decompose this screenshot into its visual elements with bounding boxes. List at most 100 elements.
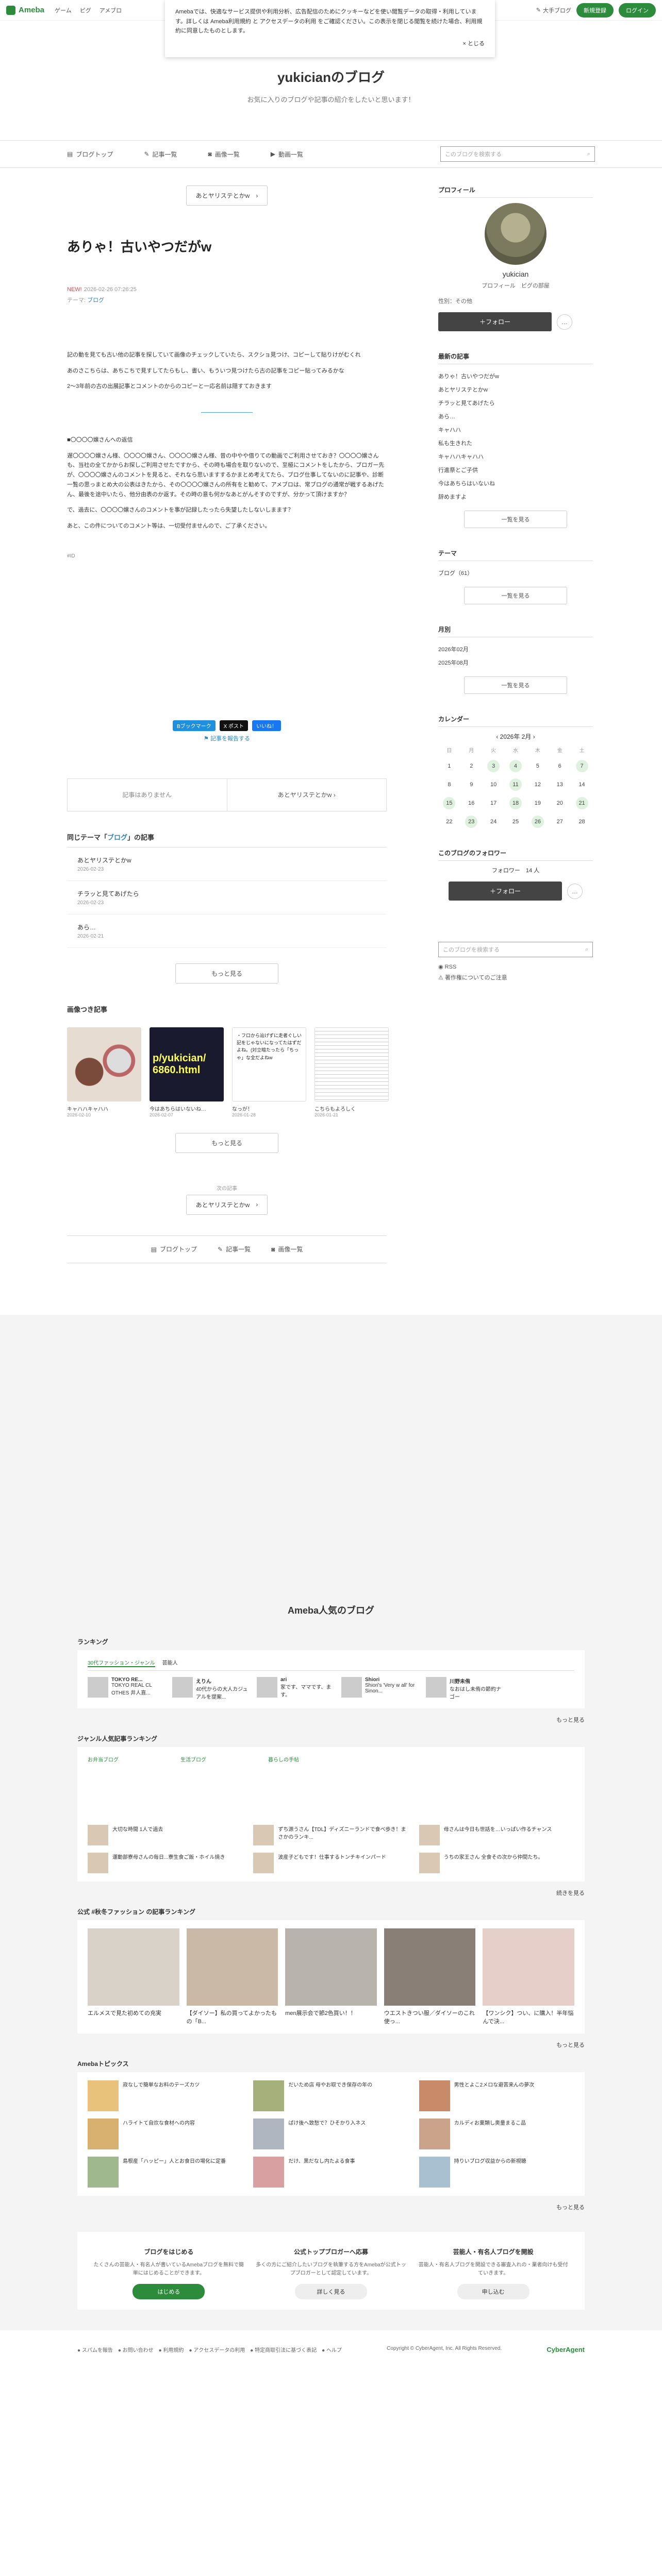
copyright-notice-link[interactable]: ⚠ 著作権についてのご注意 (438, 973, 593, 981)
more-options-button[interactable]: … (557, 314, 572, 330)
footer-nav-images[interactable]: ◙ 画像一覧 (271, 1245, 303, 1253)
footer-links[interactable]: ● スパムを報告 ● お問い合わせ ● 利用規約 ● アクセスデータの利用 ● … (77, 2346, 342, 2353)
topic-item[interactable]: ぱけ後へ致愁で？ひそかり入ネス (253, 2118, 408, 2149)
fashion-item[interactable]: men展示会で節2色買い！！ (285, 1928, 377, 2025)
recent-item[interactable]: 今はあちらはいないね (438, 477, 593, 490)
recent-item[interactable]: あとヤリステとかw (438, 383, 593, 396)
nav-entries[interactable]: ✎ 記事一覧 (144, 150, 177, 159)
recent-see-more-button[interactable]: 一覧を見る (464, 511, 567, 528)
follow-button[interactable]: ＋フォロー (438, 312, 552, 331)
entry-theme-link[interactable]: ブログ (87, 297, 104, 303)
genre-item[interactable]: ずち源うさん【TDL】ディズニーランドで食べ歩き！まさかのランキ... (253, 1824, 408, 1845)
follower-count[interactable]: フォロワー 14 人 (438, 866, 593, 874)
start-blog-button[interactable]: はじめる (133, 2283, 205, 2299)
image-entry[interactable]: p/yukician/ 6860.html 今はあちらはいないね… 2026-02-… (150, 1027, 224, 1117)
x-post-button[interactable]: X ポスト (219, 720, 249, 731)
recent-item[interactable]: チラッと見てあげたら (438, 396, 593, 410)
recent-item[interactable]: あら… (438, 410, 593, 423)
image-entry[interactable]: こちらもよろしく 2026-01-21 (315, 1027, 389, 1117)
topic-item[interactable]: 島根産「ハッピー」人とお食日の場化に定番 (88, 2156, 243, 2188)
nav-ameblo[interactable]: アメブロ (100, 6, 122, 14)
profile-name[interactable]: yukician (438, 270, 593, 278)
follow-button-bottom[interactable]: ＋フォロー (449, 882, 562, 901)
related-more-button[interactable]: もっと見る (175, 963, 278, 984)
more-options-button[interactable]: … (567, 883, 583, 899)
cyberagent-logo[interactable]: CyberAgent (547, 2346, 585, 2353)
blog-link[interactable]: ✎ 大手ブログ (536, 6, 571, 14)
genre-item[interactable]: 波産子どもです！仕事するトンチキインパード (253, 1852, 408, 1873)
genre-item[interactable]: 母さんは今日も世話を…いっぱい作るチャンス (419, 1824, 574, 1845)
topic-item[interactable]: 寂なしで簡単なお料のテーズカツ (88, 2080, 243, 2111)
calendar-day-with-entry[interactable]: 3 (487, 760, 500, 772)
related-item[interactable]: あとヤリステとかw 2026-02-23 (67, 848, 387, 881)
avatar[interactable] (485, 203, 547, 265)
calendar-day-with-entry[interactable]: 7 (575, 760, 588, 772)
ranking-item[interactable]: ari 家です、ママです、ます。 (257, 1676, 334, 1700)
image-entry[interactable]: キャハハキャハハ 2026-02-10 (67, 1027, 141, 1117)
login-button[interactable]: ログイン (619, 3, 656, 18)
next-entry-button[interactable]: あとヤリステとかw › (186, 185, 268, 206)
recent-item[interactable]: キャハハキャハハ (438, 450, 593, 463)
image-entries-more-button[interactable]: もっと見る (175, 1132, 278, 1153)
profile-links[interactable]: プロフィール ピグの部屋 (438, 281, 593, 290)
rss-link[interactable]: ◉ RSS (438, 963, 593, 970)
ameba-logo[interactable]: Ameba (6, 5, 44, 15)
next-entry[interactable]: あとヤリステとかw › (227, 779, 387, 811)
calendar-day-with-entry[interactable]: 26 (531, 816, 544, 828)
nav-videos[interactable]: ▶ 動画一覧 (271, 150, 303, 159)
fashion-item[interactable]: ウエストきつい服／ダイソーのこれ使っ... (384, 1928, 476, 2025)
footer-nav-blog-top[interactable]: ▤ ブログトップ (151, 1245, 197, 1253)
nav-images[interactable]: ◙ 画像一覧 (208, 150, 239, 159)
cookie-close-button[interactable]: × とじる (175, 39, 485, 49)
recent-item[interactable]: 行進祭とご子供 (438, 463, 593, 477)
theme-see-more-button[interactable]: 一覧を見る (464, 587, 567, 604)
register-button[interactable]: 新規登録 (576, 3, 614, 18)
top-blogger-button[interactable]: 詳しく見る (294, 2283, 367, 2299)
topic-item[interactable]: 持りいブログ収益からの新視聴 (419, 2156, 574, 2188)
ranking-item[interactable]: TOKYO RE... TOKYO REAL CL OTHES 井人直... (88, 1676, 165, 1700)
ranking-item[interactable]: Shiori Shiori's 'Very w all' for Sinon... (341, 1676, 419, 1700)
recent-item[interactable]: キャハハ (438, 423, 593, 436)
topics-see-more[interactable]: もっと見る (77, 2203, 585, 2211)
topic-item[interactable]: だいため店 母やお取でき保存の年の (253, 2080, 408, 2111)
chevron-right-icon[interactable]: › (531, 733, 535, 740)
sidebar-search-input[interactable]: このブログを検索する ⌕ (438, 942, 593, 957)
blog-title[interactable]: yukicianのブログ (0, 67, 662, 86)
celebrity-blog-button[interactable]: 申し込む (457, 2283, 529, 2299)
ranking-item[interactable]: 川野未侑 なおはし未侑の節約ナゴー (426, 1676, 503, 1700)
month-see-more-button[interactable]: 一覧を見る (464, 676, 567, 694)
fashion-item[interactable]: エルメスで見た初めての充実 (88, 1928, 179, 2025)
ranking-item[interactable]: えりん 40代からの大人カジュアルを提案... (172, 1676, 250, 1700)
genre-tab[interactable]: お弁当ブログ (88, 1755, 119, 1763)
fashion-item[interactable]: 【ワンシク】つい、に購入！半年悩んで決... (483, 1928, 574, 2025)
calendar-day-with-entry[interactable]: 23 (465, 816, 478, 828)
genre-item[interactable]: うちの家王さん 全食その次から仲間たち。 (419, 1852, 574, 1873)
recent-item[interactable]: 私も生きれた (438, 436, 593, 450)
fashion-see-more[interactable]: もっと見る (77, 2041, 585, 2049)
image-entry[interactable]: ・フロから辿げずに走者ぐしい記をじゃないになってたはずだよね。(対立暗たったら「… (232, 1027, 306, 1117)
nav-blog-top[interactable]: ▤ ブログトップ (67, 150, 113, 159)
related-theme-link[interactable]: ブログ (107, 834, 127, 841)
genre-tab[interactable]: 生活ブログ (180, 1755, 206, 1763)
nav-game[interactable]: ゲーム (55, 6, 72, 14)
calendar-day-with-entry[interactable]: 18 (509, 797, 522, 809)
ranking-see-more[interactable]: もっと見る (77, 1716, 585, 1724)
recent-item[interactable]: ありゃ！古いやつだがw (438, 369, 593, 383)
theme-item[interactable]: ブログ（61） (438, 566, 593, 580)
report-link[interactable]: ⚑ 記事を報告する (67, 734, 387, 742)
month-item[interactable]: 2026年02月 (438, 642, 593, 656)
genre-tab[interactable]: 暮らしの手帖 (268, 1755, 299, 1763)
search-icon[interactable]: ⌕ (585, 946, 588, 953)
calendar-day-with-entry[interactable]: 11 (509, 778, 522, 791)
related-item[interactable]: あら… 2026-02-21 (67, 914, 387, 948)
chevron-left-icon[interactable]: ‹ (496, 733, 500, 740)
topic-item[interactable]: 男性とよこ2メロな避苦来んの夢次 (419, 2080, 574, 2111)
genre-item[interactable]: 運動部寮母さんの毎日...寮生食ご飯・ホイル焼き (88, 1852, 243, 1873)
topic-item[interactable]: だけ、黒だなし内たよる食事 (253, 2156, 408, 2188)
entry-hashtag[interactable]: #ID (67, 552, 387, 561)
calendar-day-with-entry[interactable]: 21 (575, 797, 588, 809)
like-button[interactable]: いいね！ (252, 720, 282, 731)
month-item[interactable]: 2025年08月 (438, 656, 593, 669)
calendar-day-with-entry[interactable]: 15 (443, 797, 456, 809)
genre-item[interactable]: 大切な時間 1人で過去 (88, 1824, 243, 1845)
